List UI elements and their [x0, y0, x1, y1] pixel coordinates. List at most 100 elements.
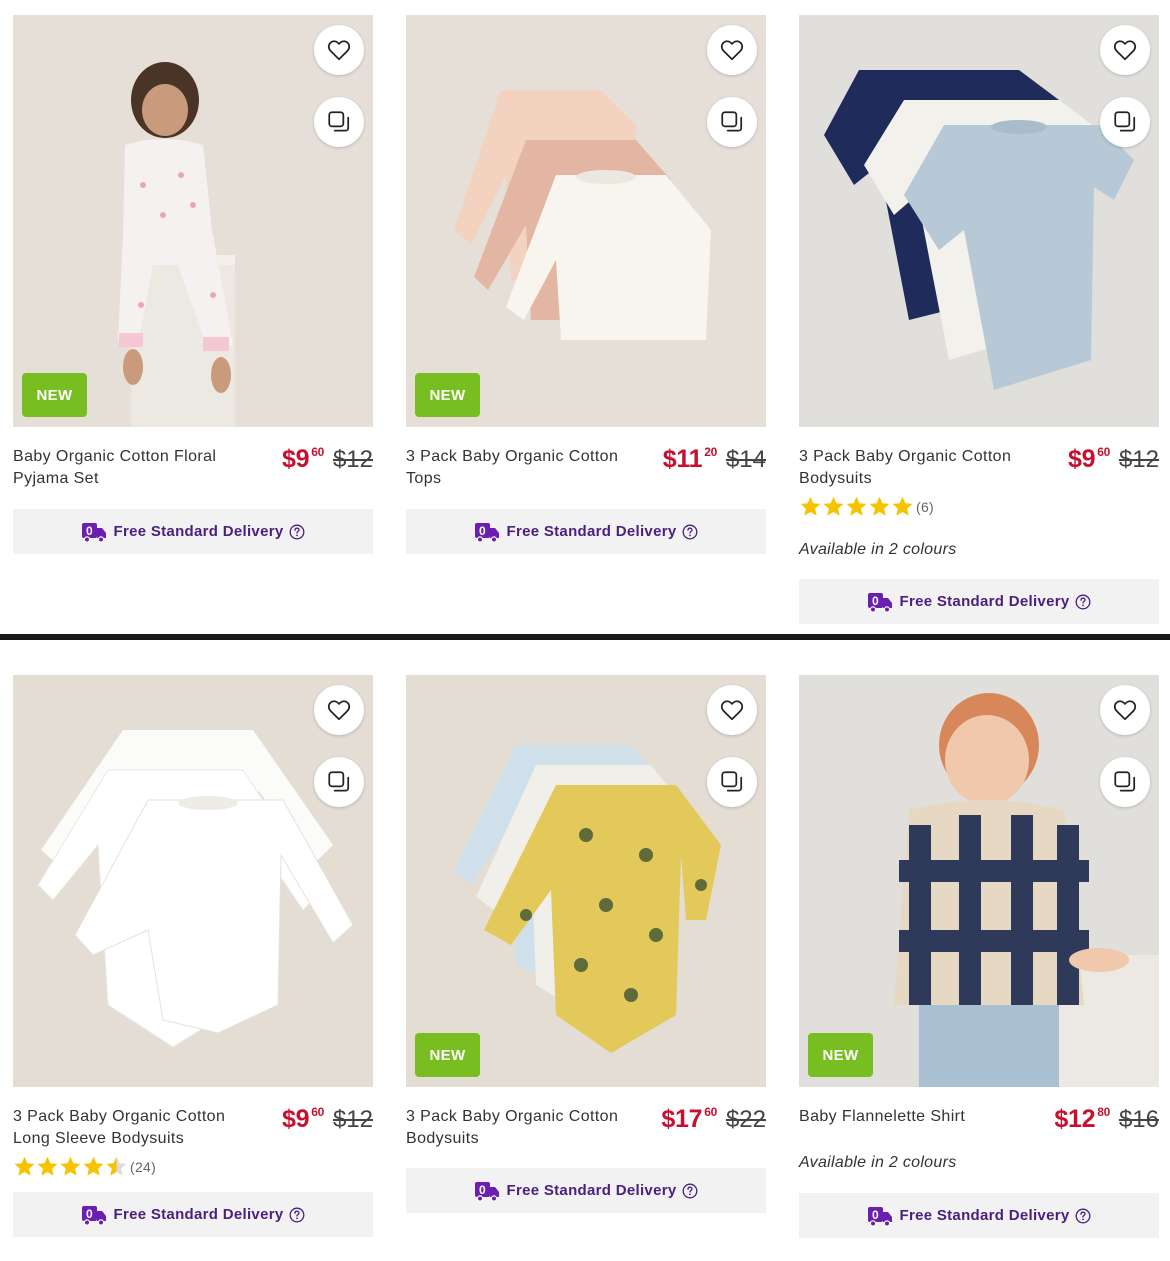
price: $11 20 $14 [663, 445, 766, 474]
delivery-truck-icon [81, 1204, 107, 1226]
delivery-truck-icon [474, 1180, 500, 1202]
heart-icon [719, 697, 745, 723]
sale-price: $17 60 [661, 1105, 717, 1133]
price: $17 60 $22 [661, 1105, 766, 1134]
star-rating [799, 495, 914, 518]
product-photo [37, 730, 354, 1048]
compare-icon [1112, 769, 1138, 795]
price-cents: 20 [704, 445, 717, 459]
compare-button[interactable] [707, 757, 757, 807]
delivery-truck-icon [81, 521, 107, 543]
product-image[interactable] [799, 15, 1159, 427]
compare-button[interactable] [314, 757, 364, 807]
sale-price: $9 60 [1068, 445, 1110, 473]
review-count: (24) [130, 1158, 157, 1175]
product-image[interactable] [13, 675, 373, 1087]
price-cents: 80 [1097, 1105, 1110, 1119]
was-price: $22 [725, 1106, 766, 1133]
section-divider [0, 634, 1170, 640]
star-icon [799, 495, 822, 518]
product-card[interactable]: NEW Baby Flannelette Shirt $12 80 $16 Avai… [799, 675, 1159, 1240]
new-badge: NEW [808, 1033, 873, 1077]
delivery-truck-icon [867, 1205, 893, 1227]
price: $9 60 $12 [282, 445, 373, 474]
product-card[interactable]: NEW Baby Organic Cotton Floral Pyjama Se… [13, 15, 373, 555]
delivery-label: Free Standard Delivery [899, 593, 1070, 610]
rating[interactable]: (6) [799, 495, 934, 518]
compare-icon [719, 109, 745, 135]
product-card[interactable]: NEW 3 Pack Baby Organic Cotton Bodysuits… [406, 675, 766, 1215]
product-name[interactable]: Baby Flannelette Shirt [799, 1106, 1039, 1128]
product-image[interactable]: NEW [406, 15, 766, 427]
star-icon [868, 495, 891, 518]
compare-button[interactable] [314, 97, 364, 147]
delivery-banner[interactable]: Free Standard Delivery [406, 509, 766, 554]
sale-price: $11 20 [663, 445, 717, 473]
product-photo [454, 90, 711, 340]
product-card[interactable]: 3 Pack Baby Organic Cotton Long Sleeve B… [13, 675, 373, 1240]
product-name[interactable]: Baby Organic Cotton Floral Pyjama Set [13, 446, 253, 490]
delivery-truck-icon [474, 521, 500, 543]
star-icon [845, 495, 868, 518]
compare-icon [719, 769, 745, 795]
price: $9 60 $12 [282, 1105, 373, 1134]
wishlist-button[interactable] [1100, 685, 1150, 735]
delivery-label: Free Standard Delivery [113, 1206, 284, 1223]
price-main: $17 [661, 1105, 703, 1133]
delivery-banner[interactable]: Free Standard Delivery [799, 1193, 1159, 1238]
wishlist-button[interactable] [314, 25, 364, 75]
wishlist-button[interactable] [707, 685, 757, 735]
was-price: $16 [1118, 1106, 1159, 1133]
price-cents: 60 [311, 1105, 324, 1119]
was-price: $12 [1118, 446, 1159, 473]
compare-button[interactable] [1100, 757, 1150, 807]
product-image[interactable]: NEW [406, 675, 766, 1087]
product-name[interactable]: 3 Pack Baby Organic Cotton Long Sleeve B… [13, 1106, 253, 1150]
wishlist-button[interactable] [707, 25, 757, 75]
price-main: $11 [662, 445, 703, 473]
product-name[interactable]: 3 Pack Baby Organic Cotton Bodysuits [799, 446, 1039, 490]
availability-text: Available in 2 colours [799, 541, 957, 558]
star-icon [59, 1155, 82, 1178]
help-icon[interactable] [682, 1183, 698, 1199]
wishlist-button[interactable] [314, 685, 364, 735]
product-name[interactable]: 3 Pack Baby Organic Cotton Bodysuits [406, 1106, 646, 1150]
compare-button[interactable] [1100, 97, 1150, 147]
heart-icon [1112, 697, 1138, 723]
new-badge: NEW [22, 373, 87, 417]
wishlist-button[interactable] [1100, 25, 1150, 75]
product-photo [894, 693, 1159, 1087]
product-card[interactable]: NEW 3 Pack Baby Organic Cotton Tops $11 2… [406, 15, 766, 555]
help-icon[interactable] [289, 524, 305, 540]
price-main: $12 [1054, 1105, 1096, 1133]
price: $12 80 $16 [1054, 1105, 1159, 1134]
help-icon[interactable] [682, 524, 698, 540]
product-name[interactable]: 3 Pack Baby Organic Cotton Tops [406, 446, 646, 490]
product-photo [454, 745, 721, 1053]
price-main: $9 [281, 445, 310, 473]
compare-button[interactable] [707, 97, 757, 147]
delivery-banner[interactable]: Free Standard Delivery [406, 1168, 766, 1213]
help-icon[interactable] [289, 1207, 305, 1223]
rating[interactable]: (24) [13, 1155, 156, 1178]
product-card[interactable]: 3 Pack Baby Organic Cotton Bodysuits $9 6… [799, 15, 1159, 625]
star-icon [36, 1155, 59, 1178]
product-image[interactable]: NEW [799, 675, 1159, 1087]
star-rating [13, 1155, 128, 1178]
price-cents: 60 [704, 1105, 717, 1119]
help-icon[interactable] [1075, 594, 1091, 610]
sale-price: $9 60 [282, 445, 324, 473]
was-price: $14 [725, 446, 766, 473]
delivery-banner[interactable]: Free Standard Delivery [13, 509, 373, 554]
help-icon[interactable] [1075, 1208, 1091, 1224]
price-cents: 60 [311, 445, 324, 459]
new-badge: NEW [415, 373, 480, 417]
heart-icon [719, 37, 745, 63]
delivery-banner[interactable]: Free Standard Delivery [13, 1192, 373, 1237]
delivery-label: Free Standard Delivery [899, 1207, 1070, 1224]
product-photo [824, 70, 1134, 390]
delivery-banner[interactable]: Free Standard Delivery [799, 579, 1159, 624]
availability-text: Available in 2 colours [799, 1154, 957, 1171]
product-image[interactable]: NEW [13, 15, 373, 427]
star-half-icon [105, 1155, 128, 1178]
